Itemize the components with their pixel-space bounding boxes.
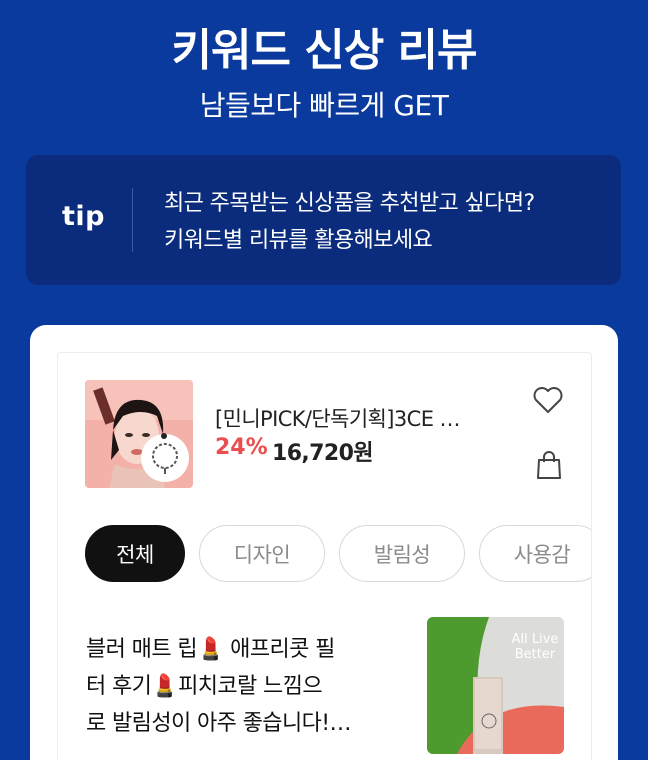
- page-title: 키워드 신상 리뷰: [171, 25, 478, 76]
- product-thumbnail[interactable]: [85, 380, 193, 488]
- tip-box: tip 최근 주목받는 신상품을 추천받고 싶다면? 키워드별 리뷰를 활용해보…: [26, 155, 621, 285]
- heart-icon[interactable]: [532, 385, 564, 415]
- tip-text-line-1: 최근 주목받는 신상품을 추천받고 싶다면?: [164, 191, 535, 216]
- chip-usage-feel[interactable]: 사용감: [479, 525, 591, 582]
- tip-label: tip: [62, 201, 105, 232]
- discount-rate: 24%: [215, 435, 268, 460]
- product-review-panel: [민니PICK/단독기획]3CE … 24% 16,720원 전체 디자인 발림…: [57, 352, 592, 760]
- tip-text-line-2: 키워드별 리뷰를 활용해보세요: [164, 228, 433, 253]
- product-price: 16,720원: [272, 441, 374, 466]
- chip-design[interactable]: 디자인: [199, 525, 325, 582]
- product-name[interactable]: [민니PICK/단독기획]3CE …: [215, 403, 500, 433]
- review-photo[interactable]: All Live Better: [427, 617, 564, 754]
- page-subtitle: 남들보다 빠르게 GET: [199, 89, 449, 122]
- review-line-1: 블러 매트 립💄 애프리콧 필: [86, 637, 335, 662]
- tip-text: 최근 주목받는 신상품을 추천받고 싶다면? 키워드별 리뷰를 활용해보세요: [164, 185, 535, 259]
- chip-all[interactable]: 전체: [85, 525, 185, 582]
- review-card: [민니PICK/단독기획]3CE … 24% 16,720원 전체 디자인 발림…: [30, 325, 618, 760]
- review-photo-text-2: Better: [515, 647, 556, 662]
- chip-application[interactable]: 발림성: [339, 525, 465, 582]
- review-text[interactable]: 블러 매트 립💄 애프리콧 필 터 후기💄피치코랄 느낌으 로 발림성이 아주 …: [86, 631, 386, 742]
- review-line-2: 터 후기💄피치코랄 느낌으: [86, 674, 323, 699]
- review-photo-text-1: All Live: [512, 632, 559, 647]
- tip-divider: [132, 188, 133, 252]
- shopping-bag-icon[interactable]: [535, 450, 563, 480]
- review-line-3: 로 발림성이 아주 좋습니다!…: [86, 711, 351, 736]
